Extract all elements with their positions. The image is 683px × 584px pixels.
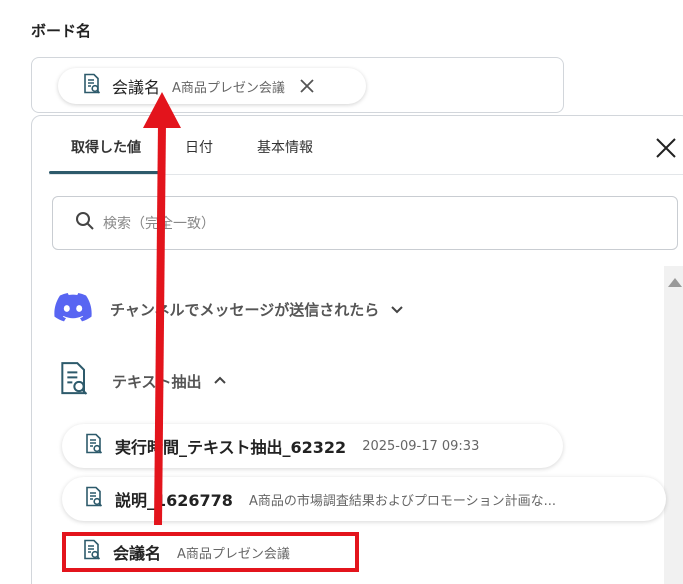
board-name-field[interactable]: 会議名 A商品プレゼン会議 bbox=[31, 57, 564, 113]
search-icon bbox=[75, 211, 95, 235]
document-search-icon bbox=[80, 72, 104, 100]
tabs-divider bbox=[49, 174, 683, 175]
search-box[interactable] bbox=[52, 196, 678, 250]
section-title: テキスト抽出 bbox=[112, 372, 202, 391]
item-value: 2025-09-17 09:33 bbox=[362, 438, 480, 454]
list-item[interactable]: 実行時間_テキスト抽出_62322 2025-09-17 09:33 bbox=[62, 424, 563, 468]
document-search-icon bbox=[54, 359, 94, 403]
tab-basic-info[interactable]: 基本情報 bbox=[235, 126, 335, 174]
chip-name: 会議名 bbox=[112, 78, 161, 97]
tab-bar: 取得した値 日付 基本情報 bbox=[49, 126, 335, 174]
tab-date[interactable]: 日付 bbox=[163, 126, 235, 174]
document-search-icon bbox=[82, 432, 106, 460]
list-item[interactable]: 説明_1626778 A商品の市場調査結果およびプロモーション計画な... bbox=[62, 477, 666, 521]
search-input[interactable] bbox=[103, 215, 603, 231]
close-icon[interactable] bbox=[652, 134, 680, 162]
remove-chip-icon[interactable] bbox=[297, 76, 317, 96]
item-value: A商品の市場調査結果およびプロモーション計画な... bbox=[248, 493, 556, 509]
scroll-up-arrow[interactable] bbox=[668, 278, 682, 287]
scrollbar-track[interactable] bbox=[664, 266, 683, 584]
tab-retrieved-values[interactable]: 取得した値 bbox=[49, 126, 163, 174]
selected-value-chip[interactable]: 会議名 A商品プレゼン会議 bbox=[58, 68, 366, 104]
chevron-down-icon[interactable] bbox=[389, 301, 405, 317]
document-search-icon bbox=[82, 485, 106, 513]
chip-value: A商品プレゼン会議 bbox=[172, 80, 285, 96]
value-picker-panel: 取得した値 日付 基本情報 チャンネルでメッセージが送信されたら bbox=[31, 115, 683, 584]
discord-icon bbox=[54, 292, 92, 326]
chevron-up-icon[interactable] bbox=[212, 373, 228, 389]
item-name: 実行時間_テキスト抽出_62322 bbox=[115, 438, 347, 457]
board-name-label: ボード名 bbox=[31, 22, 92, 40]
section-title: チャンネルでメッセージが送信されたら bbox=[110, 300, 380, 319]
section-text-extraction[interactable]: テキスト抽出 bbox=[54, 359, 228, 403]
section-discord-channel[interactable]: チャンネルでメッセージが送信されたら bbox=[54, 292, 405, 326]
annotation-highlight-box bbox=[62, 532, 359, 572]
item-name: 説明_1626778 bbox=[115, 491, 233, 510]
